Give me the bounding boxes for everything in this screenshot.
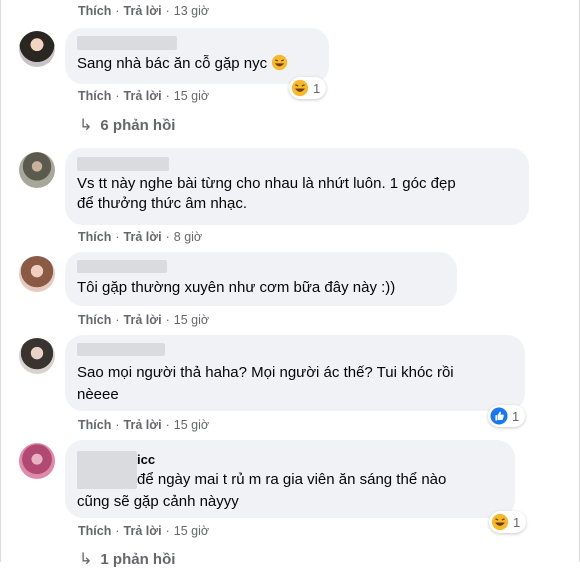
comment-text-line: Vs tt này nghe bài từng cho nhau là nhứt… (77, 175, 456, 192)
view-replies-link[interactable]: ↳ 6 phản hồi (79, 115, 175, 135)
reply-action[interactable]: Trả lời (124, 4, 162, 18)
like-action[interactable]: Thích (78, 230, 111, 244)
avatar[interactable] (19, 256, 55, 292)
commenter-name[interactable]: icc (137, 452, 155, 467)
avatar[interactable] (19, 31, 55, 67)
avatar[interactable] (19, 443, 55, 479)
view-replies-link[interactable]: ↳ 1 phản hồi (79, 549, 175, 569)
reaction-count: 1 (512, 408, 520, 424)
avatar[interactable] (19, 338, 55, 374)
redacted-name (77, 36, 177, 50)
comment-bubble: Sang nhà bác ăn cỗ gặp nyc (65, 28, 329, 84)
comment-meta: Thích · Trả lời · 8 giờ (78, 230, 203, 244)
redacted-name (77, 451, 137, 489)
comment-text: Sang nhà bác ăn cỗ gặp nyc (77, 54, 288, 74)
comment-bubble: Sao mọi người thả haha? Mọi người ác thế… (65, 335, 525, 411)
timestamp: 15 giờ (173, 418, 210, 432)
redacted-name (77, 157, 169, 171)
laughing-emoji-icon (272, 54, 288, 71)
like-action[interactable]: Thích (78, 4, 111, 18)
comment-text-line: cũng sẽ gặp cảnh nàyyy (77, 493, 239, 510)
timestamp: 13 giờ (173, 4, 210, 18)
reaction-count: 1 (513, 514, 521, 530)
comment-meta: Thích · Trả lời · 15 giờ (78, 418, 210, 432)
comment-meta: Thích · Trả lời · 15 giờ (78, 524, 210, 538)
comment-text-line: Sao mọi người thả haha? Mọi người ác thế… (77, 364, 454, 381)
reply-action[interactable]: Trả lời (124, 418, 162, 432)
comment-bubble: icc để ngày mai t rủ m ra gia viên ăn sá… (65, 440, 515, 518)
comment-bubble: Tôi gặp thường xuyên như cơm bữa đây này… (65, 252, 457, 306)
reply-action[interactable]: Trả lời (124, 313, 162, 327)
reply-arrow-icon: ↳ (79, 551, 93, 568)
comment-meta-top: Thích · Trả lời · 13 giờ (78, 4, 210, 18)
reaction-badge[interactable]: 1 (488, 405, 526, 427)
timestamp: 15 giờ (173, 313, 210, 327)
comment-text-line: để thưởng thức âm nhạc. (77, 195, 248, 212)
comment-meta: Thích · Trả lời · 15 giờ (78, 89, 210, 103)
comment-text: Tôi gặp thường xuyên như cơm bữa đây này… (77, 279, 396, 296)
timestamp: 15 giờ (173, 89, 210, 103)
reply-action[interactable]: Trả lời (124, 524, 162, 538)
reply-action[interactable]: Trả lời (124, 89, 162, 103)
redacted-name (77, 343, 165, 356)
reply-arrow-icon: ↳ (79, 117, 93, 134)
timestamp: 15 giờ (173, 524, 210, 538)
redacted-name (77, 260, 167, 273)
like-action[interactable]: Thích (78, 89, 111, 103)
comment-meta: Thích · Trả lời · 15 giờ (78, 313, 210, 327)
comment-text-line: để ngày mai t rủ m ra gia viên ăn sáng t… (137, 471, 447, 488)
like-thumb-icon (490, 407, 508, 425)
like-action[interactable]: Thích (78, 524, 111, 538)
reaction-badge[interactable]: 1 (289, 77, 327, 99)
like-action[interactable]: Thích (78, 313, 111, 327)
haha-emoji-icon (491, 513, 509, 531)
reaction-count: 1 (313, 80, 321, 96)
haha-emoji-icon (291, 79, 309, 97)
reply-action[interactable]: Trả lời (124, 230, 162, 244)
like-action[interactable]: Thích (78, 418, 111, 432)
comment-bubble: Vs tt này nghe bài từng cho nhau là nhứt… (65, 148, 529, 225)
avatar[interactable] (19, 152, 55, 188)
timestamp: 8 giờ (173, 230, 203, 244)
comment-text-line: nèeee (77, 386, 119, 403)
reaction-badge[interactable]: 1 (489, 511, 527, 533)
